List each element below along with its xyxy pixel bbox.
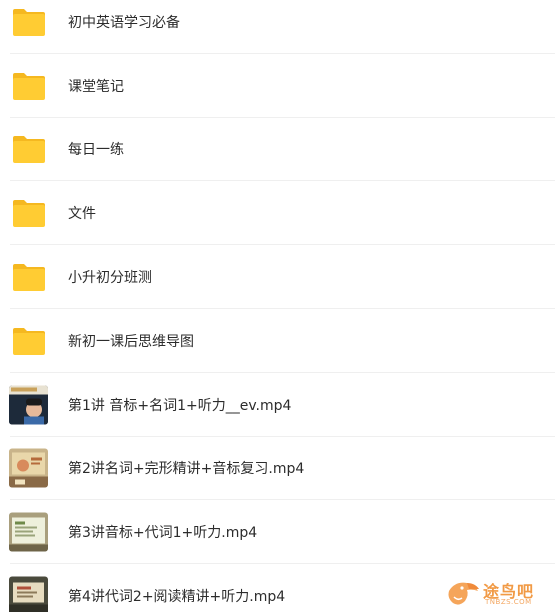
watermark: 途鸟吧 TNBZS.COM — [443, 576, 553, 610]
item-label: 第4讲代词2+阅读精讲+听力.mp4 — [68, 589, 286, 606]
item-label: 每日一练 — [68, 142, 124, 159]
video-thumbnail — [9, 448, 48, 488]
item-label: 第1讲 音标+名词1+听力__ev.mp4 — [68, 397, 292, 414]
folder-icon — [13, 200, 45, 228]
folder-icon — [13, 136, 45, 164]
list-item-folder[interactable]: 初中英语学习必备 — [0, 0, 555, 54]
folder-icon — [13, 72, 45, 100]
item-label: 第2讲名词+完形精讲+音标复习.mp4 — [68, 461, 305, 478]
watermark-subtitle: TNBZS.COM — [485, 598, 532, 606]
item-label: 文件 — [68, 206, 96, 223]
list-item-folder[interactable]: 新初一课后思维导图 — [0, 309, 555, 373]
item-label: 第3讲音标+代词1+听力.mp4 — [68, 525, 258, 542]
list-item-video[interactable]: 第3讲音标+代词1+听力.mp4 — [0, 500, 555, 565]
list-item-folder[interactable]: 课堂笔记 — [0, 54, 555, 118]
folder-icon — [13, 327, 45, 355]
item-label: 课堂笔记 — [68, 78, 124, 95]
list-item-folder[interactable]: 每日一练 — [0, 118, 555, 182]
list-item-folder[interactable]: 文件 — [0, 181, 555, 246]
folder-icon — [13, 264, 45, 292]
list-item-video[interactable]: 第1讲 音标+名词1+听力__ev.mp4 — [0, 373, 555, 437]
folder-icon — [13, 8, 45, 36]
video-thumbnail — [9, 576, 48, 612]
list-item-folder[interactable]: 小升初分班测 — [0, 245, 555, 309]
video-thumbnail — [9, 385, 48, 425]
item-label: 小升初分班测 — [68, 270, 152, 287]
toucan-logo-icon — [448, 582, 479, 605]
list-item-video[interactable]: 第2讲名词+完形精讲+音标复习.mp4 — [0, 437, 555, 501]
video-thumbnail — [9, 512, 48, 552]
item-label: 新初一课后思维导图 — [68, 333, 194, 350]
item-label: 初中英语学习必备 — [68, 14, 180, 31]
file-list: 初中英语学习必备 课堂笔记 每日一练 文件 小升初分班测 新初一课后思维导图 第… — [0, 0, 555, 612]
